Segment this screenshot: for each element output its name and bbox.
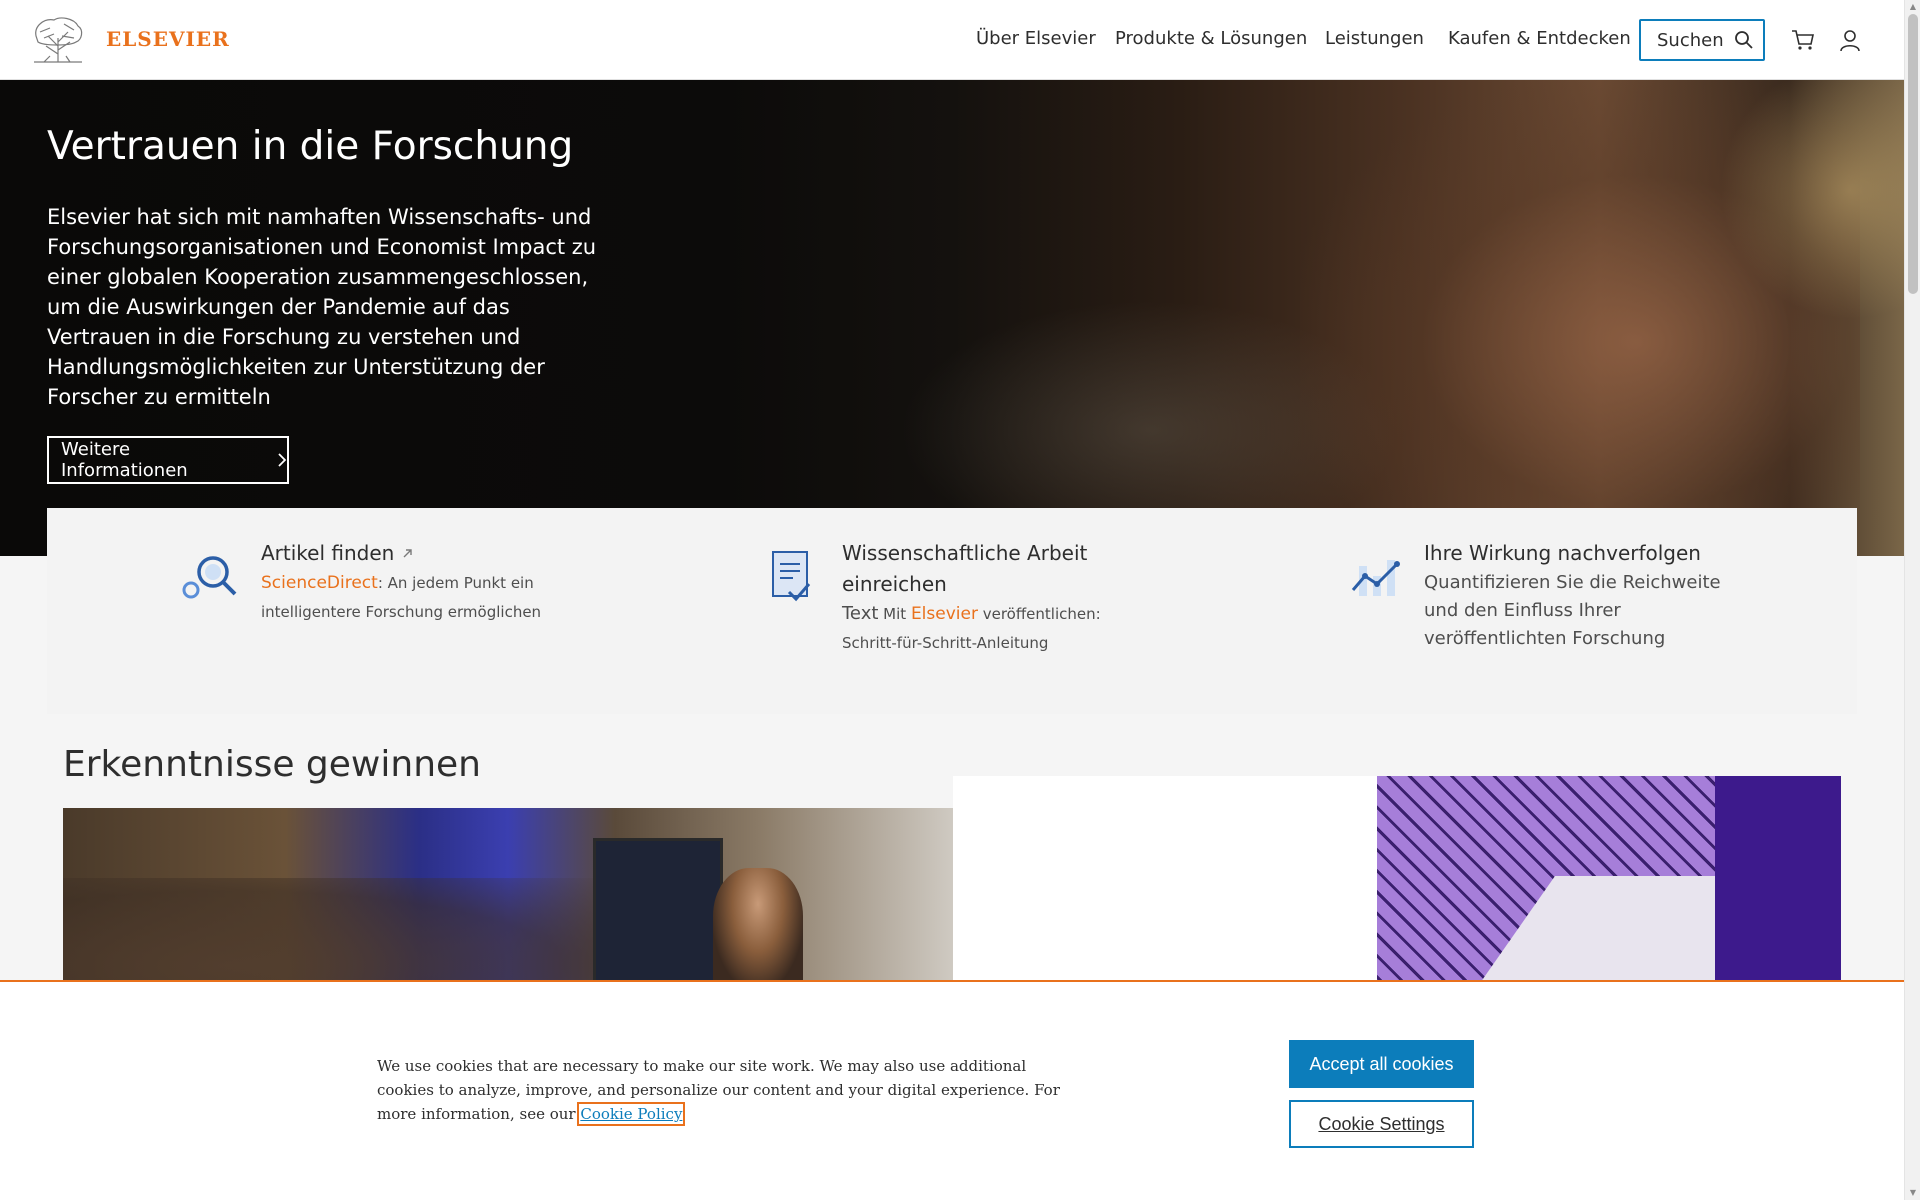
chevron-right-icon <box>278 453 287 467</box>
cookie-policy-link[interactable]: Cookie Policy <box>577 1102 686 1126</box>
hero-description: Elsevier hat sich mit namhaften Wissensc… <box>47 205 597 409</box>
elsevier-link[interactable]: Elsevier <box>911 604 978 624</box>
site-header: ELSEVIER Über Elsevier Produkte & Lösung… <box>0 0 1904 80</box>
more-info-button[interactable]: Weitere Informationen <box>47 436 289 484</box>
nav-products[interactable]: Produkte & Lösungen <box>1115 28 1307 49</box>
submit-paper-mid: Mit <box>878 605 911 623</box>
cookie-message: We use cookies that are necessary to mak… <box>377 1054 1067 1126</box>
nav-shop[interactable]: Kaufen & Entdecken <box>1448 28 1631 49</box>
sciencedirect-link[interactable]: ScienceDirect <box>261 573 378 593</box>
track-impact-title[interactable]: Ihre Wirkung nachverfolgen <box>1424 538 1724 569</box>
accept-all-cookies-button[interactable]: Accept all cookies <box>1289 1040 1474 1088</box>
insights-heading: Erkenntnisse gewinnen <box>63 744 481 785</box>
audience-image <box>63 878 623 988</box>
document-check-icon <box>772 551 811 602</box>
presentation-screen-image <box>593 838 723 988</box>
scroll-up-arrow-icon[interactable]: ▲ <box>1908 2 1918 12</box>
external-link-icon <box>403 549 412 558</box>
insights-photo[interactable] <box>63 808 953 988</box>
hero-title: Vertrauen in die Forschung <box>47 124 574 169</box>
find-articles-title: Artikel finden <box>261 541 395 565</box>
elsevier-tree-logo-icon[interactable] <box>30 16 86 64</box>
nav-about[interactable]: Über Elsevier <box>976 28 1096 49</box>
feature-panel: Artikel finden ScienceDirect: An jedem P… <box>47 508 1857 714</box>
submit-paper-prefix: Text <box>842 603 879 624</box>
scrollbar-thumb[interactable] <box>1908 14 1918 294</box>
search-label: Suchen <box>1657 29 1724 51</box>
nav-services[interactable]: Leistungen <box>1325 28 1424 49</box>
presenter-image <box>713 868 803 988</box>
chart-trend-icon <box>1351 560 1400 596</box>
find-articles-link[interactable]: Artikel finden <box>261 538 561 569</box>
search-button[interactable]: Suchen <box>1639 19 1765 61</box>
cookie-settings-button[interactable]: Cookie Settings <box>1289 1100 1474 1148</box>
cookie-banner: We use cookies that are necessary to mak… <box>0 980 1904 1200</box>
hero-image-highlight <box>1720 80 1904 320</box>
feature-submit-paper: Wissenschaftliche Arbeit einreichen Text… <box>842 538 1112 658</box>
user-icon[interactable] <box>1838 28 1862 52</box>
cart-icon[interactable] <box>1791 28 1815 52</box>
elsevier-wordmark[interactable]: ELSEVIER <box>106 27 230 51</box>
search-magnifier-icon <box>182 556 237 599</box>
feature-track-impact: Ihre Wirkung nachverfolgen Quantifiziere… <box>1424 538 1724 653</box>
feature-find-articles: Artikel finden ScienceDirect: An jedem P… <box>261 538 561 627</box>
cookie-message-text: We use cookies that are necessary to mak… <box>377 1057 1060 1123</box>
page-scrollbar[interactable]: ▲ ▼ <box>1904 0 1920 1200</box>
submit-paper-title[interactable]: Wissenschaftliche Arbeit einreichen <box>842 538 1112 600</box>
track-impact-desc: Quantifizieren Sie die Reichweite und de… <box>1424 572 1721 649</box>
scroll-down-arrow-icon[interactable]: ▼ <box>1908 1188 1918 1198</box>
hero-banner: Vertrauen in die Forschung Elsevier hat … <box>0 80 1904 556</box>
search-icon <box>1734 31 1753 49</box>
more-info-label: Weitere Informationen <box>61 439 188 481</box>
pattern-dark-block <box>1715 776 1841 996</box>
